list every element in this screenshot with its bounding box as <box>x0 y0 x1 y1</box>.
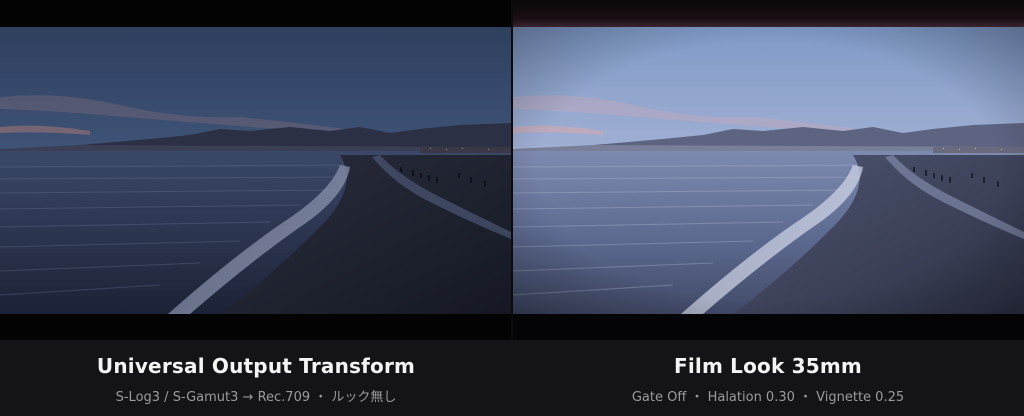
caption-bar: Universal Output Transform S-Log3 / S-Ga… <box>0 340 1024 416</box>
right-preview-panel <box>513 0 1024 340</box>
left-preview-image <box>0 27 511 314</box>
right-caption-subtitle: Gate Off ・ Halation 0.30 ・ Vignette 0.25 <box>631 390 905 405</box>
gate-glow <box>513 0 1024 27</box>
right-caption: Film Look 35mm Gate Off ・ Halation 0.30 … <box>512 340 1024 416</box>
left-caption: Universal Output Transform S-Log3 / S-Ga… <box>0 340 512 416</box>
left-caption-subtitle: S-Log3 / S-Gamut3 → Rec.709 ・ ルック無し <box>115 390 397 405</box>
comparison-view: Universal Output Transform S-Log3 / S-Ga… <box>0 0 1024 416</box>
left-preview-panel <box>0 0 511 340</box>
right-preview-image <box>513 27 1024 314</box>
right-caption-title: Film Look 35mm <box>674 354 862 378</box>
left-caption-title: Universal Output Transform <box>96 354 416 378</box>
